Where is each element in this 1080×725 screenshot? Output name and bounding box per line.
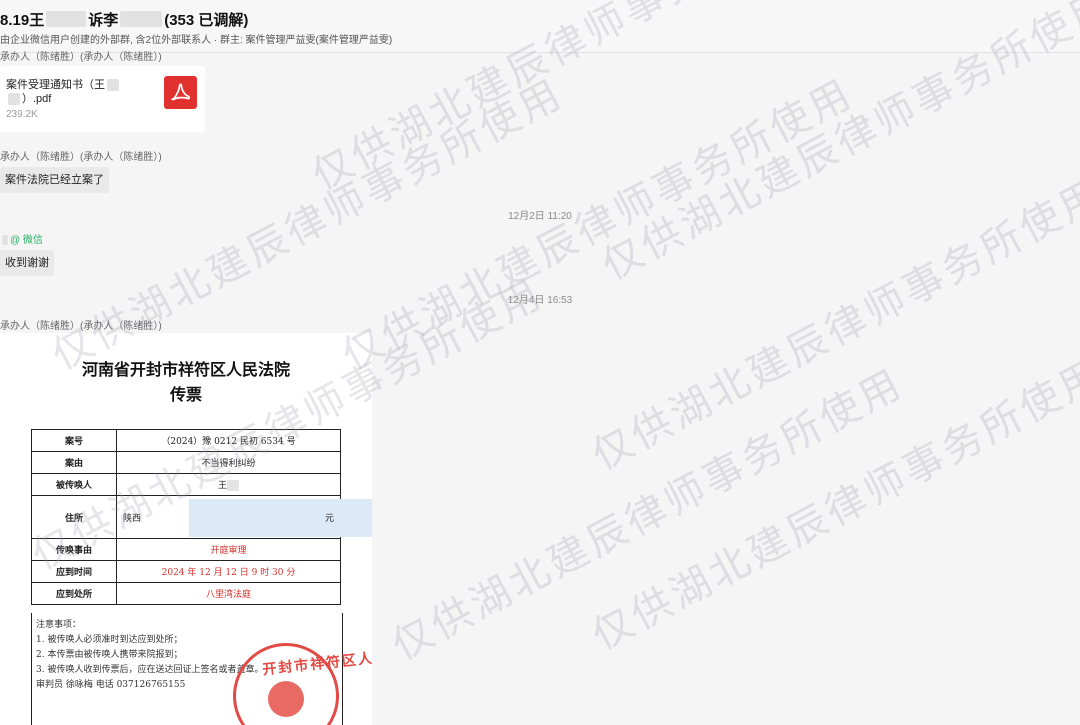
chat-header: 8.19王 诉李 (353 已调解) 由企业微信用户创建的外部群, 含2位外部联… (0, 0, 1080, 53)
table-row: 案由 不当得利纠纷 (31, 451, 341, 474)
title-suffix: (353 已调解) (164, 11, 249, 29)
document-title: 传票 (169, 385, 202, 404)
message-sender: 承办人（陈绪胜）(承办人（陈绪胜）) (0, 321, 162, 332)
row-key: 被传唤人 (31, 473, 117, 496)
note-line: 2. 本传票由被传唤人携带来院报到； (36, 650, 183, 660)
row-value: 八里湾法庭 (116, 582, 341, 605)
chat-subtitle: 由企业微信用户创建的外部群, 含2位外部联系人 · 群主: 案件管理严益雯(案件… (0, 35, 393, 46)
table-row: 应到处所 八里湾法庭 (31, 582, 341, 605)
message-timestamp: 12月4日 16:53 (507, 295, 573, 306)
court-name: 河南省开封市祥符区人民法院 (81, 360, 290, 379)
row-key: 案由 (31, 451, 117, 474)
note-line: 1. 被传唤人必须准时到达应到处所； (36, 635, 183, 645)
row-key: 应到处所 (31, 582, 117, 605)
file-message-card[interactable]: 案件受理通知书（王 ）.pdf 239.2K (0, 66, 205, 132)
table-row: 传唤事由 开庭审理 (31, 538, 341, 561)
row-key: 传唤事由 (31, 538, 117, 561)
file-name-line2: ）.pdf (22, 93, 52, 105)
watermark-text: 仅供湖北建辰律师事务所使用 (585, 351, 1080, 659)
summons-table: 案号 （2024）豫 0212 民初 6534 号 案由 不当得利纠纷 被传唤人… (31, 429, 372, 605)
file-name: 案件受理通知书（王 ）.pdf (6, 78, 131, 106)
text-message[interactable]: 收到谢谢 (0, 250, 54, 276)
pdf-icon (164, 76, 197, 109)
row-value: （2024）豫 0212 民初 6534 号 (116, 429, 341, 452)
message-sender: 承办人（陈绪胜）(承办人（陈绪胜）) (0, 152, 162, 163)
title-prefix: 8.19王 (0, 11, 45, 29)
redacted-name (120, 11, 163, 27)
note-line: 注意事项： (36, 620, 82, 630)
message-sender: 承办人（陈绪胜）(承办人（陈绪胜）) (0, 52, 162, 63)
table-row: 住所 陕西 元 (31, 495, 372, 539)
redacted-name (227, 480, 239, 491)
national-emblem-icon (268, 681, 304, 717)
title-middle: 诉李 (88, 11, 119, 29)
chat-window: 8.19王 诉李 (353 已调解) 由企业微信用户创建的外部群, 含2位外部联… (0, 0, 1080, 725)
row-value: 陕西 元 (116, 495, 372, 539)
redacted-name (8, 93, 20, 106)
row-value: 2024 年 12 月 12 日 9 时 30 分 (116, 560, 341, 583)
wechat-tag-label: @ 微信 (10, 235, 43, 246)
row-key: 住所 (31, 495, 117, 539)
row-key: 应到时间 (31, 560, 117, 583)
note-line: 3. 被传唤人收到传票后，应在送达回证上签名或者盖章。 (36, 665, 264, 675)
table-row: 案号 （2024）豫 0212 民初 6534 号 (31, 429, 341, 452)
redacted-name (2, 235, 8, 246)
table-row: 应到时间 2024 年 12 月 12 日 9 时 30 分 (31, 560, 341, 583)
address-start: 陕西 (123, 514, 142, 524)
text-message[interactable]: 案件法院已经立案了 (0, 167, 109, 193)
table-row: 被传唤人 王 (31, 473, 341, 496)
summoned-name: 王 (217, 481, 227, 491)
chat-title[interactable]: 8.19王 诉李 (353 已调解) (0, 8, 248, 30)
message-timestamp: 12月2日 11:20 (508, 211, 572, 222)
note-line: 审判员 徐咏梅 电话 037126765155 (36, 680, 186, 690)
row-value: 开庭审理 (116, 538, 341, 561)
address-end: 元 (324, 514, 334, 524)
file-size: 239.2K (6, 109, 38, 120)
watermark-text: 仅供湖北建辰律师事务所使用 (385, 361, 911, 669)
row-value: 不当得利纠纷 (116, 451, 341, 474)
row-value: 王 (116, 473, 341, 496)
redacted-name (46, 11, 87, 27)
row-key: 案号 (31, 429, 117, 452)
image-message[interactable]: 河南省开封市祥符区人民法院 传票 案号 （2024）豫 0212 民初 6534… (0, 333, 372, 725)
redacted-address (189, 499, 372, 537)
wechat-sender-tag: @ 微信 (0, 231, 43, 246)
redacted-name (107, 79, 119, 92)
file-name-line1: 案件受理通知书（王 (6, 79, 105, 91)
